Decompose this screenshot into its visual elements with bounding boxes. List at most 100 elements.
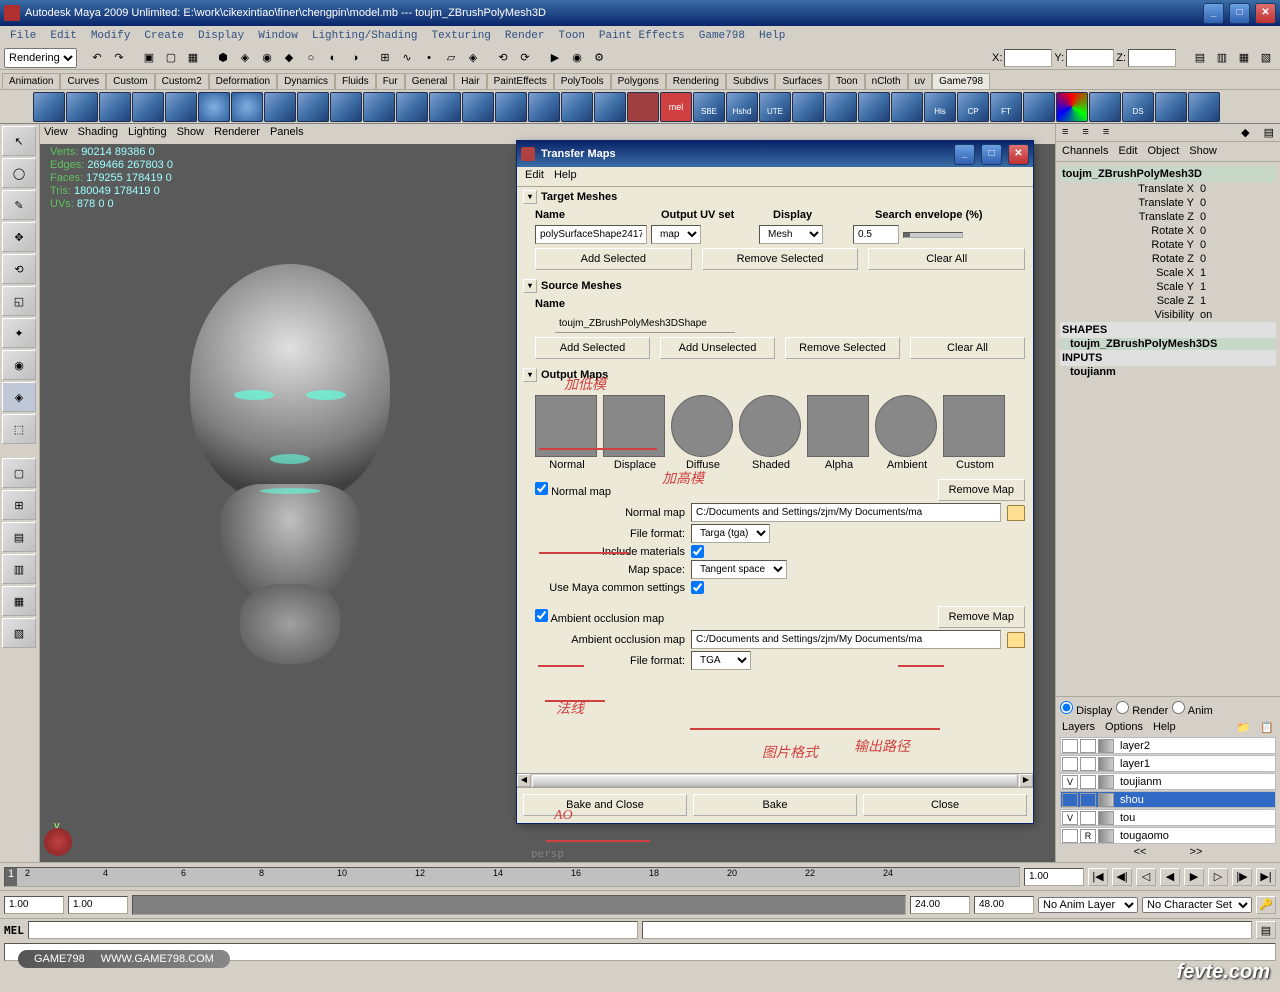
cb-icon-3[interactable]: ≡ <box>1103 126 1109 139</box>
shelf-painteffects[interactable]: PaintEffects <box>487 73 554 89</box>
show-manip-tool[interactable]: ◈ <box>2 382 36 412</box>
vpmenu-renderer[interactable]: Renderer <box>214 126 260 142</box>
menu-help[interactable]: Help <box>753 28 791 44</box>
layout-outliner[interactable]: ▥ <box>2 554 36 584</box>
mask-5[interactable]: ○ <box>301 48 321 68</box>
anim-layer-select[interactable]: No Anim Layer <box>1038 897 1138 913</box>
shelf-icon-magnet[interactable] <box>627 92 659 122</box>
shelf-icon-5[interactable] <box>165 92 197 122</box>
menu-painteffects[interactable]: Paint Effects <box>593 28 691 44</box>
layer-row[interactable]: Rtougaomo <box>1060 827 1276 844</box>
ao-remove-map[interactable]: Remove Map <box>938 606 1025 628</box>
shelf-icon-ds[interactable]: DS <box>1122 92 1154 122</box>
layers-next[interactable]: >> <box>1170 846 1223 858</box>
mask-2[interactable]: ◈ <box>235 48 255 68</box>
shelf-icon-23[interactable] <box>891 92 923 122</box>
history-toggle[interactable]: ⟲ <box>493 48 513 68</box>
map-diffuse[interactable]: Diffuse <box>671 395 735 471</box>
source-add-selected[interactable]: Add Selected <box>535 337 650 359</box>
shelf-icon-hshd[interactable]: Hshd <box>726 92 758 122</box>
menu-modify[interactable]: Modify <box>85 28 137 44</box>
dialog-maximize[interactable]: □ <box>981 144 1002 165</box>
cb-icon-1[interactable]: ≡ <box>1062 126 1068 139</box>
history-toggle2[interactable]: ⟳ <box>515 48 535 68</box>
cb-icon-5[interactable]: ▤ <box>1264 126 1274 139</box>
cb-input-name[interactable]: toujianm <box>1060 366 1276 378</box>
layers-prev[interactable]: << <box>1114 846 1167 858</box>
coord-x[interactable] <box>1004 49 1052 67</box>
target-clear-all[interactable]: Clear All <box>868 248 1025 270</box>
layout-2[interactable]: ▥ <box>1212 48 1232 68</box>
menu-display[interactable]: Display <box>192 28 250 44</box>
vpmenu-show[interactable]: Show <box>177 126 205 142</box>
shelf-fluids[interactable]: Fluids <box>335 73 376 89</box>
shelf-icon-27[interactable] <box>1155 92 1187 122</box>
shelf-icon-16[interactable] <box>528 92 560 122</box>
shelf-deformation[interactable]: Deformation <box>209 73 277 89</box>
target-display[interactable]: Mesh <box>759 225 823 244</box>
shelf-icon-17[interactable] <box>561 92 593 122</box>
shelf-custom[interactable]: Custom <box>106 73 154 89</box>
dialog-close[interactable]: ✕ <box>1008 144 1029 165</box>
layers-menu-help[interactable]: Help <box>1153 721 1176 734</box>
mesh-head[interactable] <box>160 264 420 614</box>
soft-tool[interactable]: ◉ <box>2 350 36 380</box>
autokey-button[interactable]: 🔑 <box>1256 896 1276 914</box>
snap-curve[interactable]: ∿ <box>397 48 417 68</box>
shelf-game798[interactable]: Game798 <box>932 73 990 89</box>
render-frame[interactable]: ▶ <box>545 48 565 68</box>
map-displace[interactable]: Displace <box>603 395 667 471</box>
layers-tab-display[interactable]: Display <box>1060 701 1112 717</box>
target-uv[interactable]: map1 <box>651 225 701 244</box>
maximize-button[interactable]: □ <box>1229 3 1250 24</box>
mask-3[interactable]: ◉ <box>257 48 277 68</box>
range-end[interactable] <box>910 896 970 914</box>
playback-button[interactable]: ◀ <box>1160 868 1180 886</box>
menu-render[interactable]: Render <box>499 28 551 44</box>
shelf-icon-13[interactable] <box>429 92 461 122</box>
shelf-icon-2[interactable] <box>66 92 98 122</box>
select-tool[interactable]: ↖ <box>2 126 36 156</box>
snap-plane[interactable]: ▱ <box>441 48 461 68</box>
shelf-icon-1[interactable] <box>33 92 65 122</box>
layer-row[interactable]: Vtou <box>1060 809 1276 826</box>
snap-grid[interactable]: ⊞ <box>375 48 395 68</box>
menu-file[interactable]: File <box>4 28 42 44</box>
map-ambient[interactable]: Ambient <box>875 395 939 471</box>
source-remove-selected[interactable]: Remove Selected <box>785 337 900 359</box>
shelf-fur[interactable]: Fur <box>376 73 405 89</box>
target-add-selected[interactable]: Add Selected <box>535 248 692 270</box>
shelf-custom2[interactable]: Custom2 <box>155 73 209 89</box>
character-set-select[interactable]: No Character Set <box>1142 897 1252 913</box>
source-add-unselected[interactable]: Add Unselected <box>660 337 775 359</box>
shelf-general[interactable]: General <box>405 73 455 89</box>
map-space-select[interactable]: Tangent space <box>691 560 787 579</box>
layout-hyper[interactable]: ▦ <box>2 586 36 616</box>
mask-6[interactable]: ◐ <box>323 48 343 68</box>
cmd-input[interactable] <box>28 921 638 939</box>
dlg-menu-edit[interactable]: Edit <box>525 169 544 184</box>
layout-4[interactable]: ▧ <box>1256 48 1276 68</box>
mask-7[interactable]: ◑ <box>345 48 365 68</box>
ipr-render[interactable]: ◉ <box>567 48 587 68</box>
map-alpha[interactable]: Alpha <box>807 395 871 471</box>
vpmenu-panels[interactable]: Panels <box>270 126 304 142</box>
normal-browse-icon[interactable] <box>1007 505 1025 521</box>
snap-live[interactable]: ◈ <box>463 48 483 68</box>
target-name[interactable] <box>535 225 647 244</box>
vpmenu-shading[interactable]: Shading <box>78 126 118 142</box>
cb-icon-2[interactable]: ≡ <box>1082 126 1088 139</box>
dialog-hscroll[interactable]: ◀ ▶ <box>517 773 1033 787</box>
cb-icon-4[interactable]: ◆ <box>1241 126 1249 139</box>
shelf-hair[interactable]: Hair <box>454 73 486 89</box>
map-normal[interactable]: Normal <box>535 395 599 471</box>
layers-menu-layers[interactable]: Layers <box>1062 721 1095 734</box>
map-custom[interactable]: Custom <box>943 395 1007 471</box>
scroll-right-icon[interactable]: ▶ <box>1019 774 1033 787</box>
shelf-icon-ft[interactable]: FT <box>990 92 1022 122</box>
shelf-icon-sbe[interactable]: SBE <box>693 92 725 122</box>
sel-object[interactable]: ▢ <box>161 48 181 68</box>
source-clear-all[interactable]: Clear All <box>910 337 1025 359</box>
close-button[interactable]: ✕ <box>1255 3 1276 24</box>
cb-edit[interactable]: Edit <box>1116 144 1139 159</box>
